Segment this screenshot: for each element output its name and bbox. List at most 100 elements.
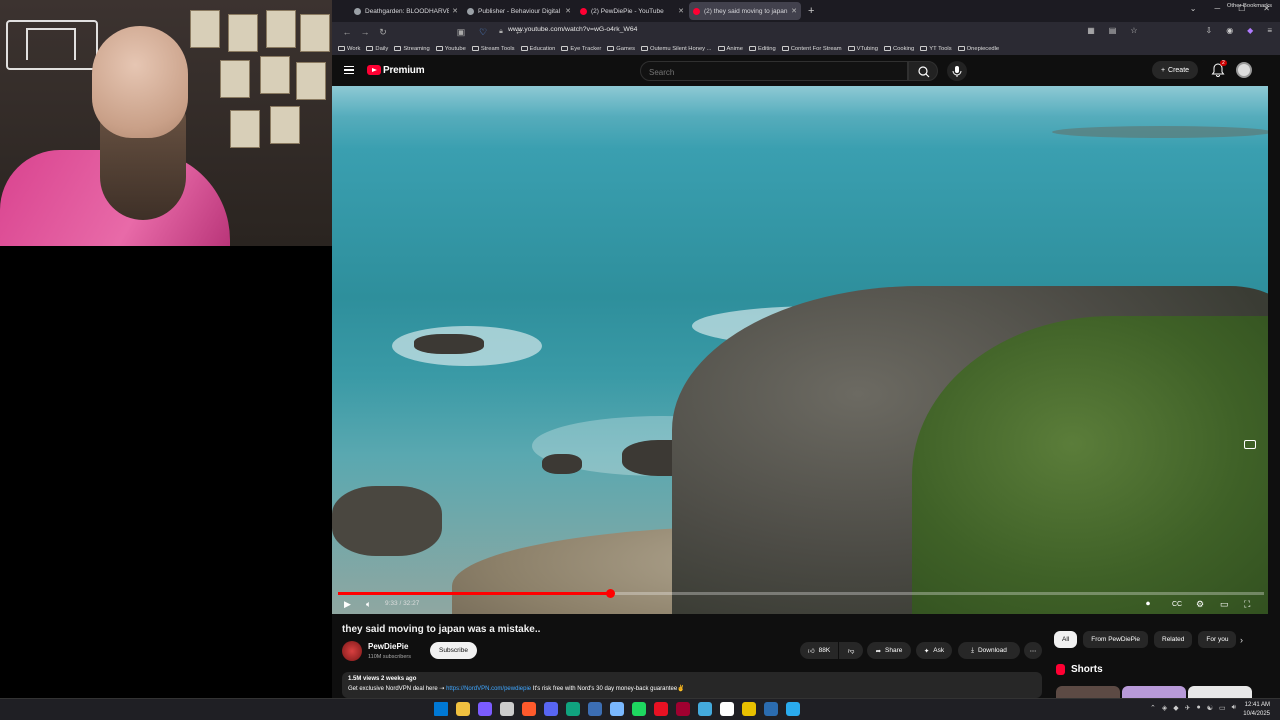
minimize-icon[interactable]: ─ — [1214, 4, 1220, 13]
tray-expand-icon[interactable]: ⌃ — [1150, 704, 1156, 712]
channel-avatar[interactable] — [342, 641, 362, 661]
taskbar-app-icon[interactable] — [742, 702, 756, 716]
like-button[interactable]: 👍︎ 88K — [800, 642, 838, 659]
hamburger-menu-icon[interactable] — [344, 66, 354, 74]
extension-purple-icon[interactable]: ◆ — [1247, 26, 1253, 35]
short-thumbnail[interactable] — [1056, 686, 1120, 698]
short-thumbnail[interactable] — [1122, 686, 1186, 698]
tray-app-icon[interactable]: ◈ — [1162, 704, 1167, 712]
user-avatar[interactable] — [1236, 62, 1252, 78]
bookmark-item[interactable]: Content For Stream — [781, 46, 842, 52]
new-tab-icon[interactable]: + — [808, 5, 814, 17]
taskbar-app-icon[interactable] — [588, 702, 602, 716]
more-actions-button[interactable]: ⋯ — [1024, 642, 1042, 659]
video-player[interactable]: ▶ 🔈︎ 9:33 / 32:27 ⏺ CC ⚙ ▭ ⛶ — [332, 86, 1268, 614]
bookmark-item[interactable]: VTubing — [847, 46, 878, 52]
tab-list-icon[interactable]: ⌄ — [1190, 4, 1197, 13]
filter-chip[interactable]: Related — [1154, 631, 1193, 648]
voice-search-button[interactable] — [947, 61, 967, 81]
download-button[interactable]: ⤓ Download — [958, 642, 1020, 659]
url-field[interactable]: www.youtube.com/watch?v=wG-o4rk_W64 — [508, 26, 637, 33]
bookmark-item[interactable]: Cooking — [883, 46, 914, 52]
reader-icon[interactable]: ▦ — [1087, 26, 1095, 35]
screenshot-icon[interactable]: ▤ — [1109, 26, 1117, 35]
share-button[interactable]: ➦ Share — [867, 642, 911, 659]
youtube-premium-label[interactable]: Premium — [383, 65, 425, 76]
play-icon[interactable]: ▶ — [344, 599, 351, 610]
account-icon[interactable]: ◉ — [1226, 26, 1233, 35]
search-button[interactable] — [908, 61, 938, 81]
bookmark-item[interactable]: YT Tools — [920, 46, 952, 52]
video-description[interactable]: 1.5M views 2 weeks ago Get exclusive Nor… — [342, 672, 1042, 698]
taskbar-app-icon[interactable] — [698, 702, 712, 716]
taskbar-app-icon[interactable] — [786, 702, 800, 716]
bookmark-item[interactable]: Eye Tracker — [561, 46, 601, 52]
browser-tab[interactable]: (2) they said moving to japan w ✕ — [689, 2, 801, 20]
bookmark-item[interactable]: Stream Tools — [471, 46, 515, 52]
bookmark-star-icon[interactable]: ☆ — [1130, 26, 1137, 35]
youtube-logo-icon[interactable] — [367, 65, 381, 75]
browser-tab[interactable]: (2) PewDiePie - YouTube ✕ — [576, 2, 688, 20]
picture-in-picture-icon[interactable] — [1244, 440, 1256, 449]
tray-app-icon[interactable]: ◆ — [1173, 704, 1178, 712]
pocket-icon[interactable]: ▣ — [452, 27, 470, 38]
taskbar-app-icon[interactable] — [610, 702, 624, 716]
tab-close-icon[interactable]: ✕ — [452, 7, 458, 15]
network-icon[interactable]: ▭ — [1219, 704, 1226, 712]
menu-icon[interactable]: ≡ — [1267, 26, 1272, 35]
theater-mode-icon[interactable]: ▭ — [1220, 599, 1229, 610]
taskbar-app-icon[interactable] — [720, 702, 734, 716]
ask-button[interactable]: ✦ Ask — [916, 642, 952, 659]
subscribe-button[interactable]: Subscribe — [430, 642, 477, 659]
bookmark-item[interactable]: Daily — [366, 46, 388, 52]
taskbar-app-icon[interactable] — [632, 702, 646, 716]
shield-icon[interactable]: ♡ — [474, 27, 492, 38]
back-icon[interactable]: ← — [338, 27, 356, 37]
volume-icon[interactable]: 🔈︎ — [366, 599, 371, 610]
bookmark-item[interactable]: Editing — [748, 46, 776, 52]
windows-start-icon[interactable] — [434, 702, 448, 716]
taskbar-app-icon[interactable] — [566, 702, 580, 716]
chips-next-icon[interactable]: › — [1240, 635, 1243, 645]
taskbar-app-icon[interactable] — [456, 702, 470, 716]
taskbar-app-icon[interactable] — [764, 702, 778, 716]
dislike-button[interactable]: 👎︎ — [839, 642, 863, 659]
browser-tab[interactable]: Deathgarden: BLOODHARVEST✕ — [350, 2, 462, 20]
bookmark-item[interactable]: Onepiecedle — [957, 46, 999, 52]
tab-close-icon[interactable]: ✕ — [791, 7, 797, 15]
bookmark-item[interactable]: Youtube — [435, 46, 466, 52]
taskbar-clock[interactable]: 12:41 AM 10/4/2025 — [1243, 701, 1270, 719]
channel-name[interactable]: PewDiePie — [368, 642, 408, 651]
nordvpn-link[interactable]: https://NordVPN.com/pewdiepie — [446, 686, 531, 692]
taskbar-app-icon[interactable] — [676, 702, 690, 716]
reload-icon[interactable]: ↻ — [374, 27, 392, 38]
fullscreen-icon[interactable]: ⛶ — [1244, 599, 1250, 610]
settings-gear-icon[interactable]: ⚙ — [1196, 599, 1204, 610]
autoplay-toggle-icon[interactable]: ⏺ — [1146, 599, 1150, 609]
taskbar-app-icon[interactable] — [544, 702, 558, 716]
short-thumbnail[interactable] — [1188, 686, 1252, 698]
filter-chip[interactable]: All — [1054, 631, 1078, 648]
video-progress-bar[interactable] — [338, 589, 1264, 598]
tray-app-icon[interactable]: ☯ — [1207, 704, 1213, 712]
bookmark-item[interactable]: Outemu Silent Honey ... — [640, 46, 712, 52]
captions-icon[interactable]: CC — [1172, 601, 1182, 608]
create-button[interactable]: + Create — [1152, 61, 1198, 79]
taskbar-app-icon[interactable] — [500, 702, 514, 716]
bookmark-item[interactable]: Streaming — [394, 46, 430, 52]
bookmark-item[interactable]: Work — [338, 46, 360, 52]
bookmark-item[interactable]: Education — [520, 46, 555, 52]
other-bookmarks[interactable]: Other Bookmarks — [1227, 3, 1272, 9]
search-input[interactable] — [641, 64, 907, 81]
tab-close-icon[interactable]: ✕ — [678, 7, 684, 15]
forward-icon[interactable]: → — [356, 27, 374, 37]
tab-close-icon[interactable]: ✕ — [565, 7, 571, 15]
extensions-icon[interactable]: ⇩ — [1205, 26, 1212, 35]
bookmark-item[interactable]: Anime — [717, 46, 743, 52]
filter-chip[interactable]: From PewDiePie — [1083, 631, 1148, 648]
bookmark-item[interactable]: Games — [607, 46, 635, 52]
browser-tab[interactable]: Publisher - Behaviour Digital Inc ✕ — [463, 2, 575, 20]
taskbar-app-icon[interactable] — [478, 702, 492, 716]
filter-chip[interactable]: For you — [1198, 631, 1237, 648]
tray-app-icon[interactable]: ● — [1197, 704, 1201, 712]
